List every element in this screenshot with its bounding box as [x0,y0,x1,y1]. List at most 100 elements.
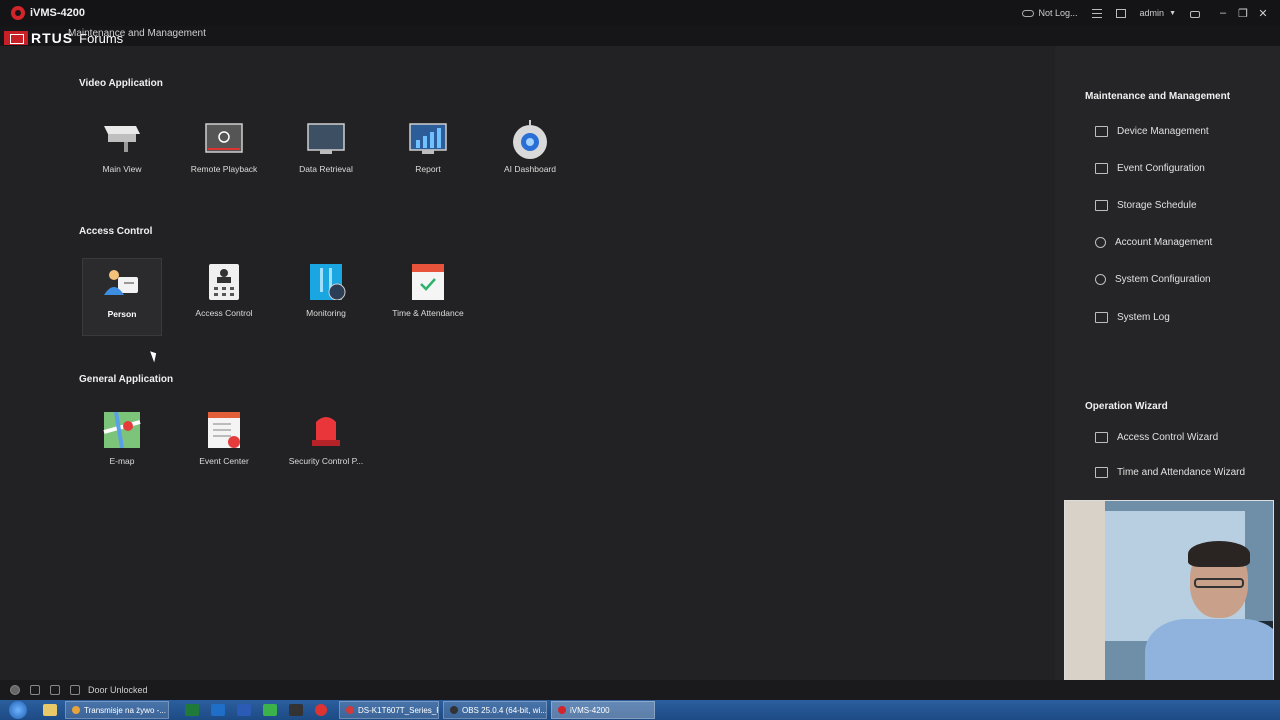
menu-label: Access Control Wizard [1117,432,1219,443]
task-label: Transmisje na żywo -... [84,705,166,715]
menu-label: System Log [1117,312,1170,323]
tile-label: Data Retrieval [299,164,353,174]
screenshot-icon[interactable] [1115,8,1126,18]
camera-icon [102,120,142,156]
tile-report[interactable]: Report [388,114,468,192]
settings-icon[interactable] [50,685,60,695]
taskbar-task-ivms[interactable]: iVMS-4200 [551,701,655,719]
menu-label: Storage Schedule [1117,200,1197,211]
log-icon [1095,312,1108,323]
app-logo-icon [11,6,25,20]
user-name: admin [1139,8,1165,18]
tile-monitoring[interactable]: Monitoring [286,258,366,336]
breadcrumb[interactable]: Maintenance and Management [68,28,206,39]
fortus-brand: RTUS [31,30,74,46]
close-button[interactable]: ✕ [1254,7,1272,20]
pdf-icon [346,706,354,714]
tile-label: Remote Playback [190,164,258,174]
word-icon[interactable] [237,704,251,716]
speaker-icon[interactable] [70,685,80,695]
menu-account-management[interactable]: Account Management [1095,237,1212,248]
map-icon [102,411,142,449]
header-bar: RTUS Forums Maintenance and Management [0,26,1280,46]
tile-label: Monitoring [306,308,346,318]
chevron-down-icon: ▼ [1169,9,1176,17]
menu-device-management[interactable]: Device Management [1095,126,1209,137]
tile-label: Report [415,164,441,174]
explorer-icon[interactable] [43,704,57,716]
title-bar: iVMS-4200 Not Log... admin ▼ – ❐ ✕ [0,0,1280,26]
menu-system-configuration[interactable]: System Configuration [1095,274,1211,285]
menu-storage-schedule[interactable]: Storage Schedule [1095,200,1197,211]
account-icon [1095,237,1106,248]
gear-icon [1095,274,1106,285]
tile-ai-dashboard[interactable]: AI Dashboard [490,114,570,192]
lock-icon[interactable] [1190,11,1200,18]
tile-remote-playback[interactable]: Remote Playback [184,114,264,192]
menu-label: System Configuration [1115,274,1211,285]
door-monitor-icon [306,264,346,301]
restore-button[interactable]: ❐ [1234,7,1252,20]
section-title-access: Access Control [79,226,153,237]
task-label: iVMS-4200 [570,705,610,715]
task-label: DS-K1T607T_Series_F... [358,705,439,715]
app-title: iVMS-4200 [30,7,86,19]
tile-time-attendance[interactable]: Time & Attendance [388,258,468,336]
taskbar-task-obs[interactable]: OBS 25.0.4 (64-bit, wi... [443,701,547,719]
app-red-icon[interactable] [315,704,327,716]
taskbar-task-browser[interactable]: Transmisje na żywo -... [65,701,169,719]
ai-robot-icon [510,120,550,159]
access-terminal-icon [204,264,244,300]
monitor-icon [306,120,346,156]
calendar-icon [1095,467,1108,478]
status-text: Door Unlocked [88,685,148,695]
terminal-icon[interactable] [289,704,303,716]
maintenance-title: Maintenance and Management [1085,91,1231,102]
wizard-icon [1095,432,1108,443]
tile-access-control[interactable]: Access Control [184,258,264,336]
user-menu[interactable]: admin ▼ [1140,8,1176,18]
menu-label: Account Management [1115,237,1213,248]
menu-label: Event Configuration [1117,163,1205,174]
login-status[interactable]: Not Log... [1021,8,1078,18]
start-button[interactable] [9,701,27,719]
menu-system-log[interactable]: System Log [1095,312,1170,323]
menu-access-control-wizard[interactable]: Access Control Wizard [1095,432,1218,443]
wizard-title: Operation Wizard [1085,401,1168,412]
taskbar-task-pdf[interactable]: DS-K1T607T_Series_F... [339,701,439,719]
cloud-icon [1021,9,1034,17]
tile-label: E-map [109,456,135,466]
outlook-icon[interactable] [211,704,225,716]
section-title-general: General Application [79,374,174,385]
menu-label: Device Management [1117,126,1209,137]
tile-e-map[interactable]: E-map [82,406,162,484]
obs-icon [450,706,458,714]
menu-time-attendance-wizard[interactable]: Time and Attendance Wizard [1095,467,1245,478]
trash-icon[interactable] [30,685,40,695]
device-icon [1095,126,1108,137]
login-status-label: Not Log... [1038,8,1078,18]
tile-data-retrieval[interactable]: Data Retrieval [286,114,366,192]
playback-icon [204,120,244,156]
tile-label: AI Dashboard [504,164,556,174]
status-bar: Door Unlocked [0,680,1280,700]
excel-icon[interactable] [185,704,199,716]
list-icon[interactable] [1091,8,1102,18]
alarm-icon[interactable] [10,685,20,695]
event-config-icon [1095,163,1108,174]
event-list-icon [204,412,244,448]
chrome-icon [72,706,80,714]
tile-main-view[interactable]: Main View [82,114,162,192]
report-chart-icon [408,120,448,156]
fortus-logo-icon [4,31,28,45]
ivms-icon [558,706,566,714]
minimize-button[interactable]: – [1214,7,1232,19]
menu-label: Time and Attendance Wizard [1117,467,1246,478]
menu-event-configuration[interactable]: Event Configuration [1095,163,1205,174]
app-icon[interactable] [263,704,277,716]
task-label: OBS 25.0.4 (64-bit, wi... [462,705,547,715]
tile-event-center[interactable]: Event Center [184,406,264,484]
tile-label: Event Center [199,456,249,466]
tile-person[interactable]: Person [82,258,162,336]
tile-security-control-panel[interactable]: Security Control P... [286,406,366,484]
